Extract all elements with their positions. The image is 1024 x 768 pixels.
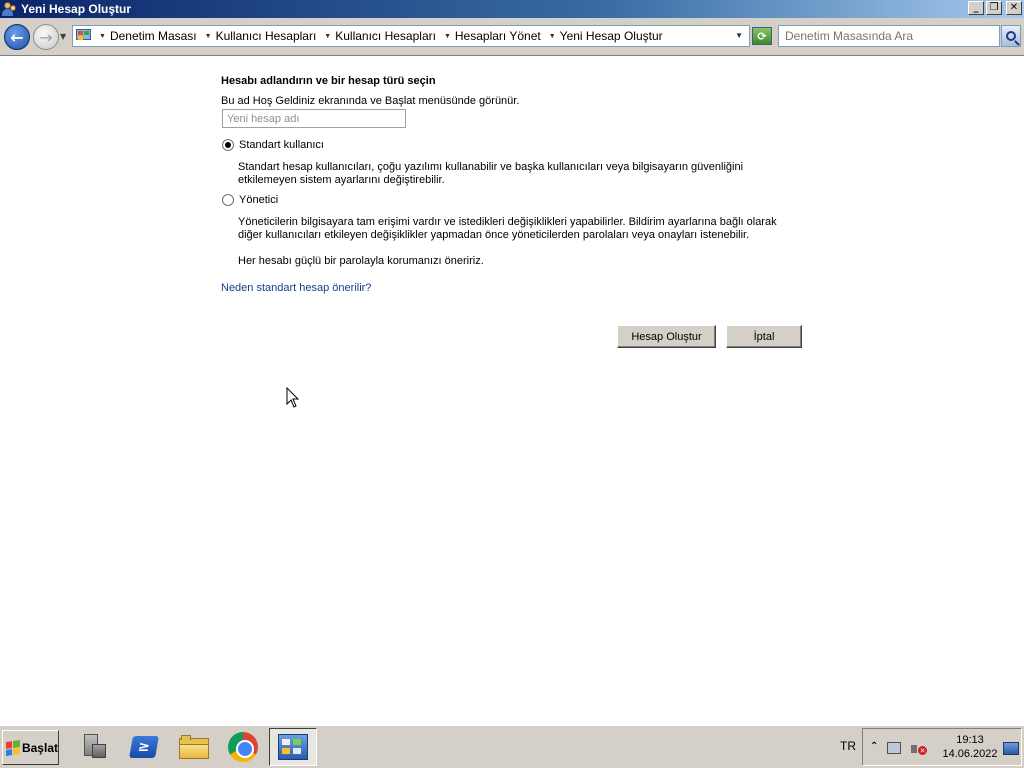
powershell-icon: ≥ [129, 736, 159, 758]
breadcrumb-label[interactable]: Denetim Masası [110, 29, 197, 43]
volume-muted-icon[interactable]: ✕ [911, 742, 927, 756]
breadcrumb-item[interactable]: ▼ Yeni Hesap Oluştur [549, 29, 671, 43]
create-account-button[interactable]: Hesap Oluştur [617, 325, 716, 348]
standard-user-description: Standart hesap kullanıcıları, çoğu yazıl… [238, 161, 744, 186]
administrator-description: Yöneticilerin bilgisayara tam erişimi va… [238, 216, 777, 241]
user-accounts-icon [2, 1, 18, 17]
refresh-button[interactable]: ⟳ [752, 27, 772, 45]
chevron-down-icon[interactable]: ▼ [444, 33, 451, 40]
server-manager-button[interactable] [70, 728, 118, 766]
radio-label[interactable]: Standart kullanıcı [239, 139, 324, 151]
minimize-button[interactable]: _ [968, 1, 984, 15]
chrome-button[interactable] [219, 728, 267, 766]
address-toolbar: ← → ▼ ▼ Denetim Masası ▼ Kullanıcı Hesapla… [0, 18, 1024, 56]
breadcrumb-label[interactable]: Kullanıcı Hesapları [335, 29, 436, 43]
system-tray: ⌃ ✕ 19:13 14.06.2022 [862, 728, 1022, 766]
chevron-down-icon[interactable]: ▼ [324, 33, 331, 40]
search-input[interactable] [778, 25, 1000, 47]
password-recommendation: Her hesabı güçlü bir parolayla korumanız… [238, 255, 484, 267]
history-dropdown-icon[interactable]: ▼ [60, 32, 66, 41]
main-content: Hesabı adlandırın ve bir hesap türü seçi… [0, 57, 1024, 724]
clock-date: 14.06.2022 [942, 748, 998, 760]
chevron-down-icon[interactable]: ▼ [99, 33, 106, 40]
page-title: Hesabı adlandırın ve bir hesap türü seçi… [221, 75, 436, 87]
radio-standard-user[interactable]: Standart kullanıcı [222, 139, 324, 151]
chevron-down-icon[interactable]: ▼ [205, 33, 212, 40]
name-hint: Bu ad Hoş Geldiniz ekranında ve Başlat m… [221, 95, 520, 107]
file-explorer-button[interactable] [170, 728, 218, 766]
radio-button[interactable] [222, 139, 234, 151]
control-panel-taskbar-button[interactable] [269, 728, 317, 766]
breadcrumb[interactable]: ▼ Denetim Masası ▼ Kullanıcı Hesapları ▼ Ku… [72, 25, 750, 47]
account-name-input[interactable] [222, 109, 406, 128]
cancel-button[interactable]: İptal [726, 325, 802, 348]
mouse-cursor-icon [286, 387, 300, 408]
back-button[interactable]: ← [4, 24, 30, 50]
search-button[interactable] [1001, 25, 1021, 47]
clock[interactable]: 19:13 14.06.2022 [935, 733, 1005, 761]
clock-time: 19:13 [956, 734, 984, 746]
breadcrumb-label[interactable]: Yeni Hesap Oluştur [560, 29, 663, 43]
breadcrumb-label[interactable]: Kullanıcı Hesapları [216, 29, 317, 43]
close-button[interactable]: ✕ [1006, 1, 1022, 15]
language-indicator[interactable]: TR [840, 739, 856, 753]
windows-logo-icon [6, 739, 20, 756]
taskbar: Başlat ≥ TR ⌃ ✕ 19:13 14.06.2022 [0, 724, 1024, 768]
breadcrumb-item[interactable]: ▼ Kullanıcı Hesapları [205, 29, 325, 43]
control-panel-icon [75, 28, 93, 44]
chevron-down-icon[interactable]: ▼ [549, 33, 556, 40]
network-icon[interactable] [887, 742, 901, 754]
breadcrumb-item[interactable]: ▼ Kullanıcı Hesapları [324, 29, 444, 43]
search-icon [1006, 31, 1016, 41]
forward-button[interactable]: → [33, 24, 59, 50]
address-dropdown-icon[interactable]: ▼ [735, 31, 743, 40]
file-explorer-icon [179, 735, 209, 759]
start-label: Başlat [21, 740, 58, 755]
server-manager-icon [82, 734, 106, 760]
control-panel-icon [278, 734, 308, 760]
chrome-icon [228, 732, 258, 762]
show-hidden-icons-icon[interactable]: ⌃ [870, 741, 878, 752]
breadcrumb-label[interactable]: Hesapları Yönet [455, 29, 541, 43]
title-bar[interactable]: Yeni Hesap Oluştur _ ❐ ✕ [0, 0, 1024, 18]
why-standard-link[interactable]: Neden standart hesap önerilir? [221, 282, 371, 294]
breadcrumb-item[interactable]: ▼ Hesapları Yönet [444, 29, 549, 43]
start-button[interactable]: Başlat [2, 730, 59, 765]
restore-button[interactable]: ❐ [986, 1, 1002, 15]
radio-administrator[interactable]: Yönetici [222, 194, 278, 206]
powershell-button[interactable]: ≥ [120, 728, 168, 766]
window-title: Yeni Hesap Oluştur [21, 2, 132, 16]
breadcrumb-item[interactable]: ▼ Denetim Masası [99, 29, 205, 43]
radio-button[interactable] [222, 194, 234, 206]
radio-label[interactable]: Yönetici [239, 194, 278, 206]
show-desktop-icon[interactable] [1003, 742, 1019, 755]
